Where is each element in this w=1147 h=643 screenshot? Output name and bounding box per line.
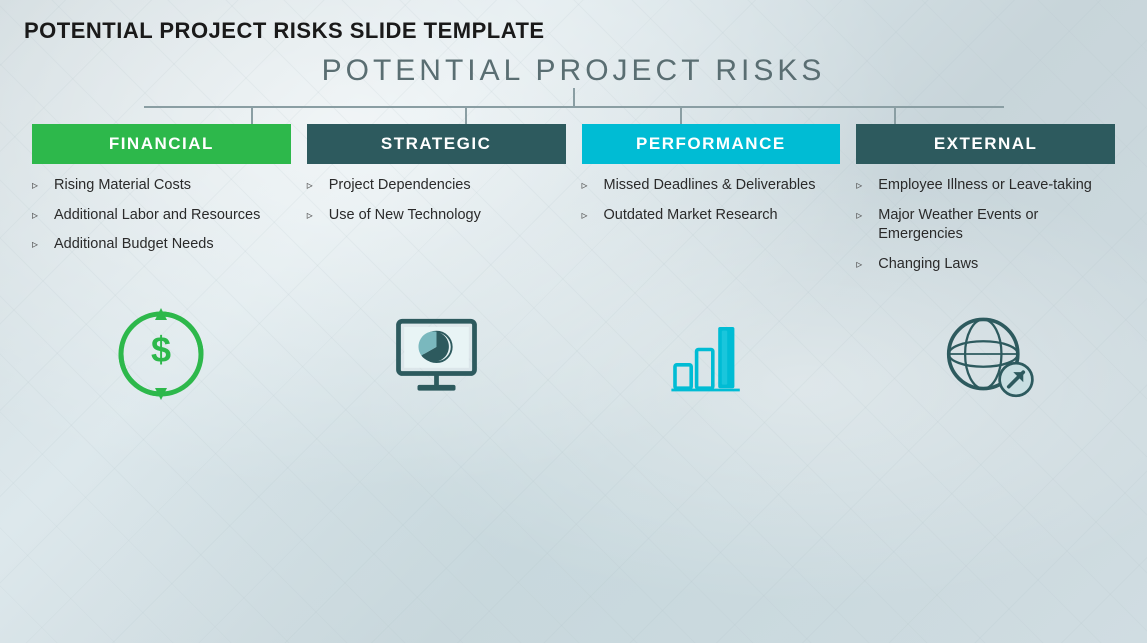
bullet-arrow-icon: ▹ [856, 177, 870, 193]
item-text: Use of New Technology [329, 206, 481, 226]
bullet-arrow-icon: ▹ [307, 207, 321, 223]
list-item: ▹ Additional Budget Needs [32, 235, 291, 255]
column-financial: FINANCIAL ▹ Rising Material Costs ▹ Addi… [24, 124, 299, 284]
columns-container: FINANCIAL ▹ Rising Material Costs ▹ Addi… [24, 124, 1123, 284]
org-branch-2 [465, 108, 467, 124]
main-container: POTENTIAL PROJECT RISKS SLIDE TEMPLATE P… [0, 0, 1147, 643]
org-chart: POTENTIAL PROJECT RISKS [24, 54, 1123, 124]
list-item: ▹ Employee Illness or Leave-taking [856, 176, 1115, 196]
header-external: EXTERNAL [856, 124, 1115, 164]
column-external: EXTERNAL ▹ Employee Illness or Leave-tak… [848, 124, 1123, 284]
svg-text:$: $ [151, 329, 171, 370]
item-text: Rising Material Costs [54, 176, 191, 196]
list-item: ▹ Project Dependencies [307, 176, 566, 196]
list-strategic: ▹ Project Dependencies ▹ Use of New Tech… [307, 176, 566, 284]
list-item: ▹ Changing Laws [856, 255, 1115, 275]
bullet-arrow-icon: ▹ [307, 177, 321, 193]
org-line-horizontal [144, 106, 1004, 108]
page-title: POTENTIAL PROJECT RISKS SLIDE TEMPLATE [24, 18, 1123, 44]
icon-cell-financial: $ [24, 294, 299, 414]
list-financial: ▹ Rising Material Costs ▹ Additional Lab… [32, 176, 291, 284]
list-item: ▹ Major Weather Events or Emergencies [856, 206, 1115, 245]
list-item: ▹ Outdated Market Research [582, 206, 841, 226]
column-performance: PERFORMANCE ▹ Missed Deadlines & Deliver… [574, 124, 849, 284]
item-text: Outdated Market Research [604, 206, 778, 226]
list-external: ▹ Employee Illness or Leave-taking ▹ Maj… [856, 176, 1115, 284]
icons-row: $ [24, 294, 1123, 414]
org-line-branches [144, 108, 1004, 124]
bullet-arrow-icon: ▹ [582, 207, 596, 223]
item-text: Major Weather Events or Emergencies [878, 206, 1115, 245]
icon-cell-strategic [299, 294, 574, 414]
item-text: Additional Labor and Resources [54, 206, 260, 226]
icon-cell-performance [574, 294, 849, 414]
org-branch-1 [251, 108, 253, 124]
bullet-arrow-icon: ▹ [582, 177, 596, 193]
org-line-vertical-top [573, 88, 575, 106]
header-strategic: STRATEGIC [307, 124, 566, 164]
performance-icon [666, 309, 756, 399]
header-financial: FINANCIAL [32, 124, 291, 164]
item-text: Additional Budget Needs [54, 235, 214, 255]
bullet-arrow-icon: ▹ [32, 236, 46, 252]
list-item: ▹ Rising Material Costs [32, 176, 291, 196]
list-item: ▹ Additional Labor and Resources [32, 206, 291, 226]
external-icon [936, 304, 1036, 404]
list-performance: ▹ Missed Deadlines & Deliverables ▹ Outd… [582, 176, 841, 284]
list-item: ▹ Use of New Technology [307, 206, 566, 226]
column-strategic: STRATEGIC ▹ Project Dependencies ▹ Use o… [299, 124, 574, 284]
icon-cell-external [848, 294, 1123, 414]
bullet-arrow-icon: ▹ [856, 207, 870, 223]
strategic-icon [389, 307, 484, 402]
bullet-arrow-icon: ▹ [32, 207, 46, 223]
item-text: Employee Illness or Leave-taking [878, 176, 1092, 196]
item-text: Project Dependencies [329, 176, 471, 196]
item-text: Missed Deadlines & Deliverables [604, 176, 816, 196]
main-heading: POTENTIAL PROJECT RISKS [322, 54, 826, 88]
financial-icon: $ [111, 304, 211, 404]
org-branch-4 [894, 108, 896, 124]
org-branch-3 [680, 108, 682, 124]
header-performance: PERFORMANCE [582, 124, 841, 164]
item-text: Changing Laws [878, 255, 978, 275]
bullet-arrow-icon: ▹ [856, 256, 870, 272]
bullet-arrow-icon: ▹ [32, 177, 46, 193]
list-item: ▹ Missed Deadlines & Deliverables [582, 176, 841, 196]
